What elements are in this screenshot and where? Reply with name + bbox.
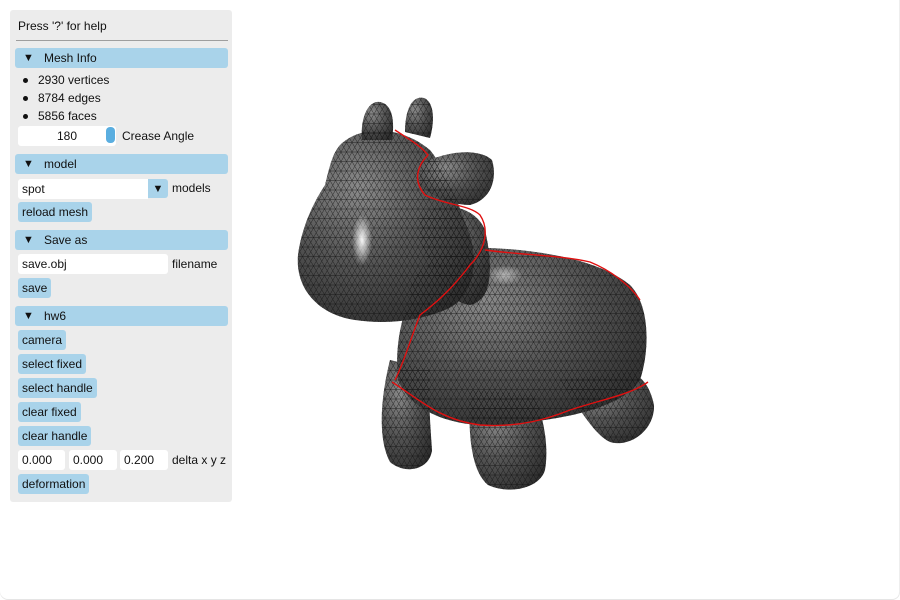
clear-handle-button[interactable]: clear handle: [18, 426, 92, 446]
triangle-down-icon: ▼: [23, 309, 34, 322]
clear-fixed-button[interactable]: clear fixed: [18, 402, 81, 422]
list-item: 5856 faces: [23, 109, 97, 123]
models-label: models: [172, 181, 211, 195]
divider: [16, 40, 228, 41]
bullet-icon: [23, 95, 28, 101]
save-button[interactable]: save: [18, 278, 52, 298]
crease-angle-field[interactable]: 180: [18, 126, 116, 146]
face-count: 5856 faces: [38, 109, 97, 123]
deformation-button[interactable]: deformation: [18, 474, 90, 494]
list-item: 8784 edges: [23, 91, 101, 105]
section-title: Save as: [44, 233, 88, 247]
bullet-icon: [23, 77, 28, 83]
section-header-mesh-info[interactable]: ▼ Mesh Info: [15, 48, 228, 68]
section-title: model: [44, 157, 77, 171]
section-header-save-as[interactable]: ▼ Save as: [15, 230, 228, 250]
section-title: Mesh Info: [44, 51, 97, 65]
section-header-model[interactable]: ▼ model: [15, 154, 228, 174]
help-text: Press '?' for help: [18, 19, 107, 33]
select-handle-button[interactable]: select handle: [18, 378, 97, 398]
reload-mesh-button[interactable]: reload mesh: [18, 202, 93, 222]
3d-viewport[interactable]: Press '?' for help ▼ Mesh Info 2930 vert…: [0, 0, 900, 600]
triangle-down-icon: ▼: [23, 51, 34, 64]
delta-x-field[interactable]: 0.000: [18, 450, 65, 470]
triangle-down-icon: ▼: [23, 233, 34, 246]
list-item: 2930 vertices: [23, 73, 109, 87]
triangle-down-icon: ▼: [23, 157, 34, 170]
select-fixed-button[interactable]: select fixed: [18, 354, 87, 374]
delta-z-field[interactable]: 0.200: [120, 450, 168, 470]
crease-angle-slider-handle[interactable]: [106, 127, 115, 143]
control-panel: Press '?' for help ▼ Mesh Info 2930 vert…: [10, 10, 232, 502]
crease-angle-label: Crease Angle: [122, 129, 195, 143]
section-header-hw6[interactable]: ▼ hw6: [15, 306, 228, 326]
triangle-down-icon[interactable]: ▼: [148, 179, 168, 198]
edge-count: 8784 edges: [38, 91, 101, 105]
section-title: hw6: [44, 309, 67, 323]
filename-field[interactable]: save.obj: [18, 254, 168, 274]
mesh-render[interactable]: [280, 85, 670, 500]
delta-label: delta x y z: [172, 453, 227, 467]
filename-label: filename: [172, 257, 218, 271]
vertex-count: 2930 vertices: [38, 73, 110, 87]
bullet-icon: [23, 113, 28, 119]
model-select[interactable]: spot: [18, 179, 148, 199]
cow-mesh: [297, 97, 655, 490]
delta-y-field[interactable]: 0.000: [69, 450, 117, 470]
camera-button[interactable]: camera: [18, 330, 67, 350]
